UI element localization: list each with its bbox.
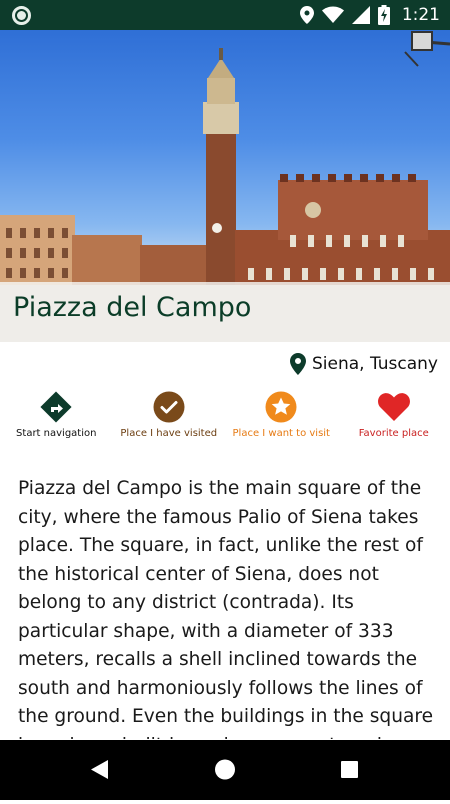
want-to-visit-button[interactable]: Place I want to visit [225,390,338,460]
start-navigation-label: Start navigation [6,428,106,440]
location-row: Siena, Tuscany [290,352,438,376]
map-pin-icon [290,353,306,375]
start-navigation-button[interactable]: Start navigation [0,390,113,460]
visited-button[interactable]: Place I have visited [113,390,226,460]
want-to-visit-label: Place I want to visit [231,428,331,440]
location-text: Siena, Tuscany [312,354,438,374]
status-time: 1:21 [402,5,440,25]
favorite-button[interactable]: Favorite place [338,390,450,460]
app-notification-icon [12,6,31,25]
hero-image: Piazza del Campo [0,30,450,342]
status-bar: 1:21 [0,0,450,30]
navigation-icon [39,390,73,424]
favorite-label: Favorite place [344,428,444,440]
battery-icon [378,5,390,25]
heart-icon [377,392,411,422]
star-circle-icon [265,391,297,423]
home-icon[interactable] [215,760,235,780]
visited-label: Place I have visited [119,428,219,440]
status-icons: 1:21 [300,0,440,30]
wifi-icon [322,6,344,24]
navigation-bar [0,740,450,800]
signal-icon [352,6,370,24]
action-bar: Start navigation Place I have visited Pl… [0,390,450,460]
location-icon [300,6,314,24]
place-description: Piazza del Campo is the main square of t… [18,475,436,739]
place-title: Piazza del Campo [13,292,251,323]
check-circle-icon [153,391,185,423]
recents-icon[interactable] [341,761,358,778]
back-icon[interactable] [91,760,108,779]
